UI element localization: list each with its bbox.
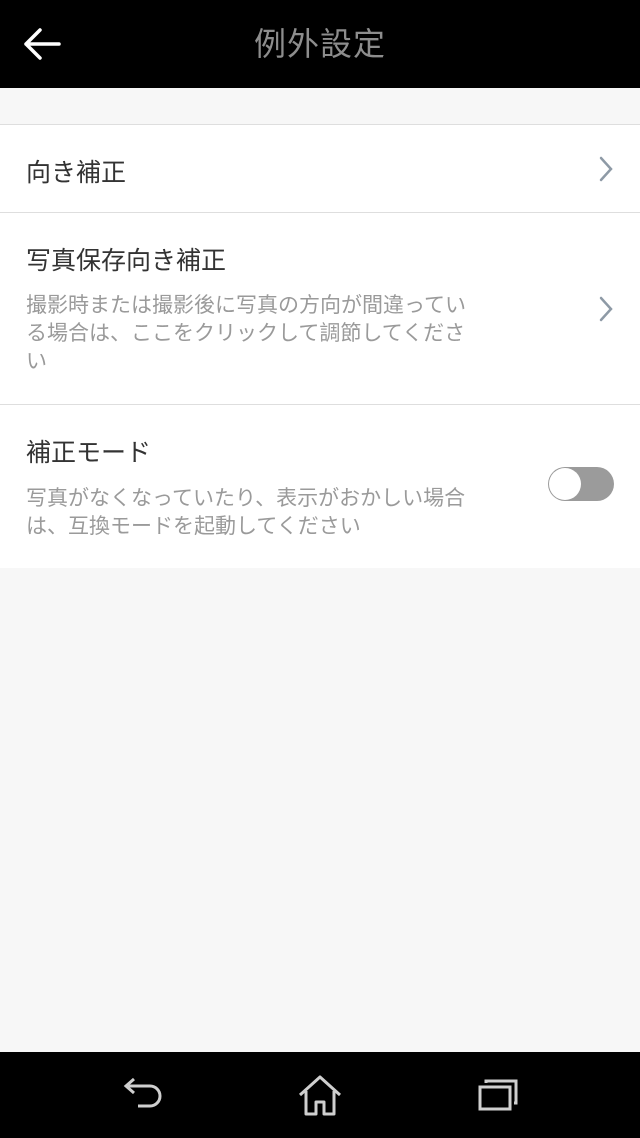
nav-back-icon <box>123 1077 162 1108</box>
nav-back-button[interactable] <box>112 1070 172 1120</box>
page-title: 例外設定 <box>253 25 386 63</box>
settings-list: 向き補正 写真保存向き補正 撮影時または撮影後に写真の方向が間違っている場合は、… <box>0 124 640 569</box>
setting-title: 写真保存向き補正 <box>26 246 227 275</box>
setting-row-orientation-correction[interactable]: 向き補正 <box>0 124 640 212</box>
setting-description: 写真がなくなっていたり、表示がおかしい場合は、互換モードを起動してください <box>26 486 466 538</box>
setting-title: 補正モード <box>26 438 152 467</box>
setting-row-save-orientation[interactable]: 写真保存向き補正 撮影時または撮影後に写真の方向が間違っている場合は、ここをクリ… <box>0 212 640 404</box>
nav-recents-button[interactable] <box>468 1070 528 1120</box>
compat-mode-toggle[interactable] <box>548 467 614 501</box>
empty-area <box>0 568 640 1052</box>
chevron-right-icon <box>599 156 613 182</box>
nav-home-button[interactable] <box>290 1070 350 1120</box>
setting-title: 向き補正 <box>26 158 127 187</box>
recent-apps-icon <box>478 1079 518 1111</box>
system-nav-bar <box>0 1052 640 1138</box>
chevron-right-icon <box>599 296 613 322</box>
home-icon <box>298 1075 342 1116</box>
top-spacer <box>0 88 640 124</box>
setting-description: 撮影時または撮影後に写真の方向が間違っている場合は、ここをクリックして調節してく… <box>26 293 466 373</box>
setting-row-correction-mode: 補正モード 写真がなくなっていたり、表示がおかしい場合は、互換モードを起動してく… <box>0 404 640 569</box>
toggle-knob <box>549 468 581 500</box>
app-header: 例外設定 <box>0 0 640 88</box>
